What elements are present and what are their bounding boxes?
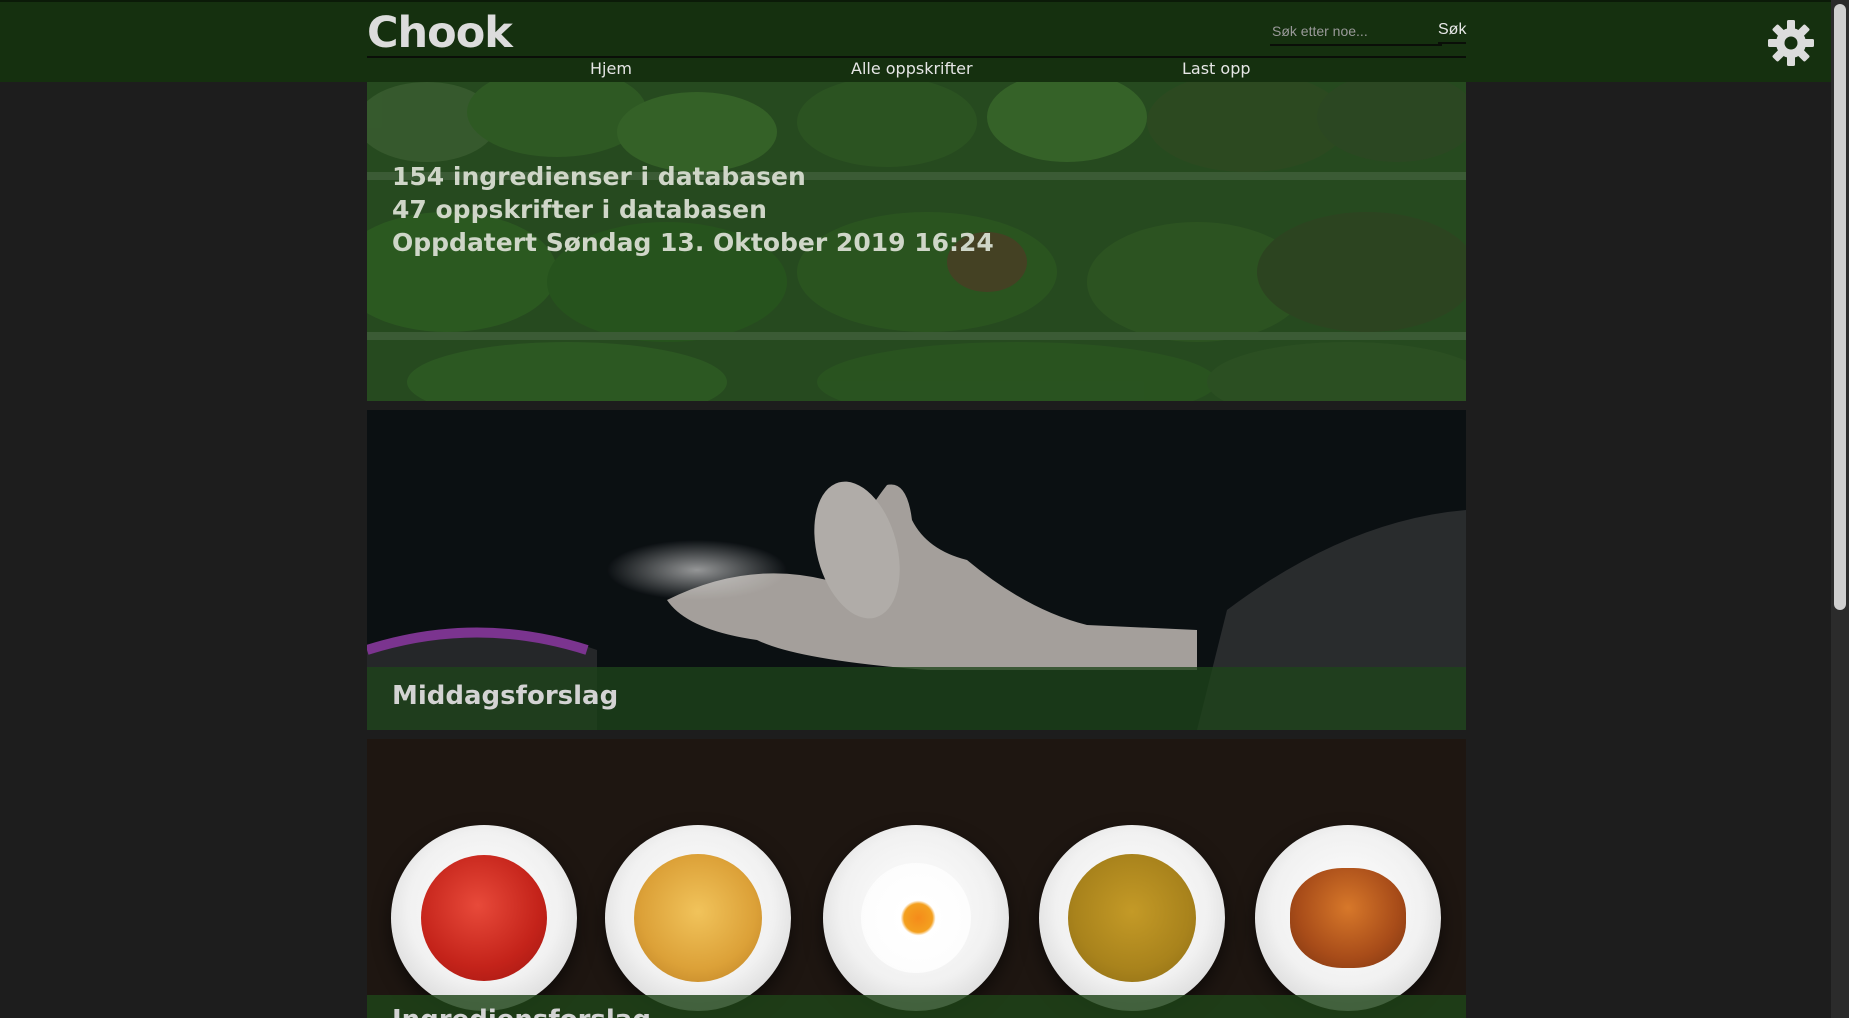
scrollbar-thumb[interactable] (1834, 4, 1846, 610)
ingredient-suggestion-card[interactable]: Ingrediensforslag (367, 739, 1466, 1018)
nav-divider (367, 56, 1466, 58)
recipe-count-text: 47 oppskrifter i databasen (392, 195, 767, 224)
plate-pea-soup[interactable] (1039, 825, 1225, 1011)
app-logo[interactable]: Chook (367, 8, 513, 58)
plate-fried-egg[interactable] (823, 825, 1009, 1011)
card-title: Ingrediensforslag (392, 1005, 651, 1018)
plate-croissant[interactable] (1255, 825, 1441, 1011)
gear-icon[interactable] (1766, 18, 1816, 68)
nav-all-recipes[interactable]: Alle oppskrifter (851, 59, 973, 78)
dinner-suggestion-card[interactable]: Middagsforslag (367, 410, 1466, 730)
card-caption: Ingrediensforslag (367, 995, 1466, 1018)
spaghetti-image (634, 854, 762, 982)
card-title: Middagsforslag (392, 681, 619, 711)
database-stats: 154 ingredienser i databasen 47 oppskrif… (392, 160, 994, 259)
tomato-soup-image (421, 855, 547, 981)
nav-home[interactable]: Hjem (590, 59, 632, 78)
ingredient-count-text: 154 ingredienser i databasen (392, 162, 806, 191)
pea-soup-image (1068, 854, 1196, 982)
search-input[interactable] (1270, 18, 1442, 46)
fried-egg-image (861, 863, 971, 973)
page-scrollbar[interactable] (1831, 0, 1849, 1018)
top-navigation-bar: Chook Søk Hjem Alle oppskrifter Last opp (0, 0, 1831, 82)
last-updated-text: Oppdatert Søndag 13. Oktober 2019 16:24 (392, 228, 994, 257)
nav-upload[interactable]: Last opp (1182, 59, 1251, 78)
stats-banner: 154 ingredienser i databasen 47 oppskrif… (367, 82, 1466, 401)
search-button[interactable]: Søk (1438, 18, 1466, 44)
plate-spaghetti[interactable] (605, 825, 791, 1011)
croissant-image (1290, 868, 1406, 968)
plate-tomato-soup[interactable] (391, 825, 577, 1011)
card-caption: Middagsforslag (367, 667, 1466, 730)
